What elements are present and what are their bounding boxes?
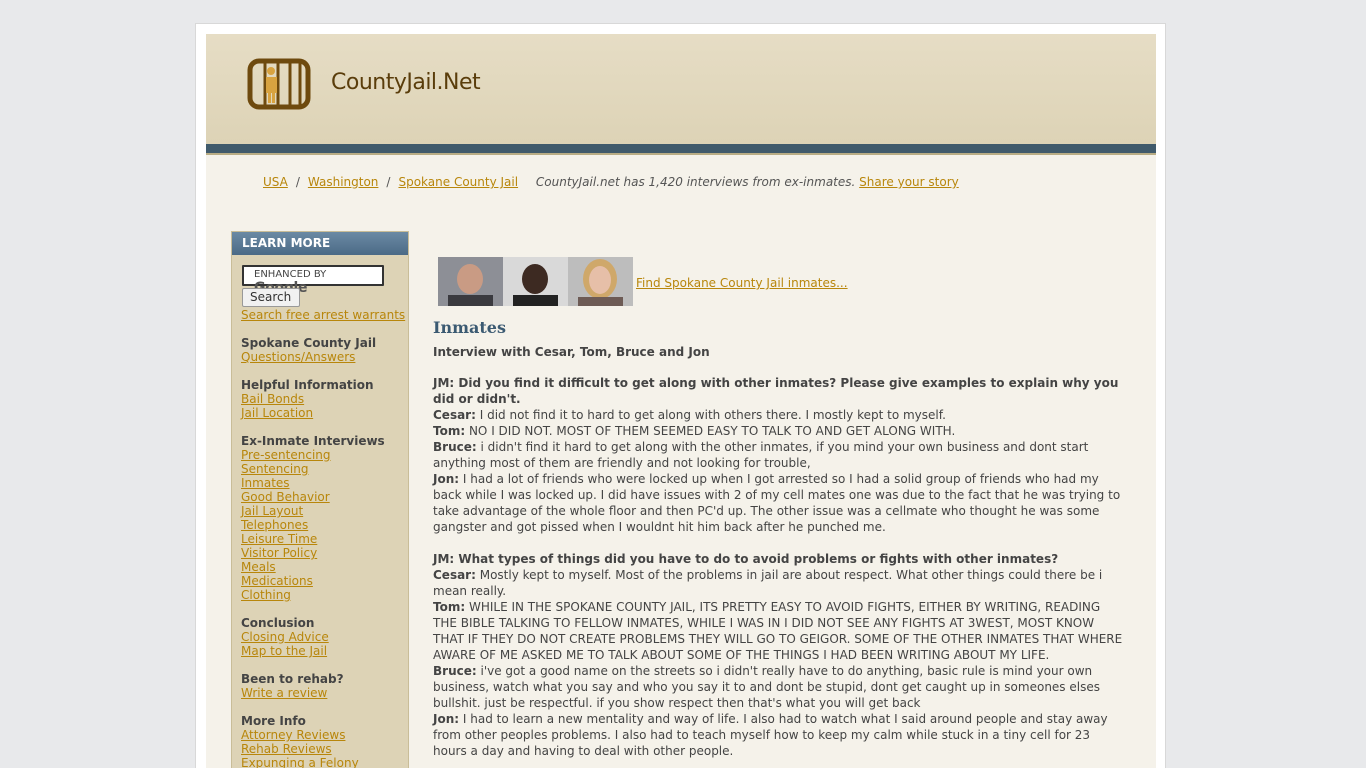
search-brand-prefix: ENHANCED BY — [254, 269, 327, 280]
site-header: CountyJail.Net — [206, 34, 1156, 144]
answer-speaker: Jon: — [433, 472, 460, 486]
sidebar-link-closing-advice[interactable]: Closing Advice — [241, 630, 405, 644]
answer-text: Mostly kept to myself. Most of the probl… — [433, 568, 1103, 598]
sidebar-group-title: Been to rehab? — [241, 672, 344, 686]
sidebar-group-title: Conclusion — [241, 616, 315, 630]
sidebar-link-inmates[interactable]: Inmates — [241, 476, 405, 490]
answer: Cesar: Mostly kept to myself. Most of th… — [433, 567, 1123, 599]
answer: Cesar: I did not find it to hard to get … — [433, 407, 1123, 423]
breadcrumb-usa[interactable]: USA — [263, 175, 288, 189]
sidebar-link-good-behavior[interactable]: Good Behavior — [241, 490, 405, 504]
sidebar: LEARN MORE ENHANCED BY Google Search Sea… — [231, 231, 409, 768]
find-inmates-link[interactable]: Find Spokane County Jail inmates... — [636, 275, 848, 291]
sidebar-group-title: Helpful Information — [241, 378, 374, 392]
answer-speaker: Bruce: — [433, 440, 477, 454]
share-your-story-link[interactable]: Share your story — [859, 175, 959, 189]
sidebar-link-map-to-jail[interactable]: Map to the Jail — [241, 644, 405, 658]
answer-speaker: Jon: — [433, 712, 460, 726]
sidebar-link-expunging-felony[interactable]: Expunging a Felony — [241, 756, 405, 768]
answer-speaker: Bruce: — [433, 664, 477, 678]
page-container: CountyJail.Net USA / Washington / Spokane Co… — [195, 23, 1166, 768]
answer-text: WHILE IN THE SPOKANE COUNTY JAIL, ITS PR… — [433, 600, 1123, 662]
answer: Bruce: i didn't find it hard to get alon… — [433, 439, 1123, 471]
sidebar-links: Search free arrest warrants Spokane Coun… — [241, 308, 405, 768]
sidebar-link-jail-location[interactable]: Jail Location — [241, 406, 405, 420]
sidebar-link-pre-sentencing[interactable]: Pre-sentencing — [241, 448, 405, 462]
main-area: USA / Washington / Spokane County Jail Count… — [206, 155, 1156, 768]
sidebar-link-questions-answers[interactable]: Questions/Answers — [241, 350, 405, 364]
sidebar-link-meals[interactable]: Meals — [241, 560, 405, 574]
jail-bars-icon[interactable] — [247, 58, 311, 110]
mugshot-image[interactable] — [503, 257, 568, 306]
answer-text: I had to learn a new mentality and way o… — [433, 712, 1108, 758]
sidebar-group-title: Ex-Inmate Interviews — [241, 434, 385, 448]
sidebar-link-jail-layout[interactable]: Jail Layout — [241, 504, 405, 518]
breadcrumb-separator: / — [386, 175, 391, 189]
answer-speaker: Tom: — [433, 424, 466, 438]
sidebar-link-rehab-reviews[interactable]: Rehab Reviews — [241, 742, 405, 756]
interview-count-note: CountyJail.net has 1,420 interviews from… — [536, 175, 959, 189]
sidebar-link-sentencing[interactable]: Sentencing — [241, 462, 405, 476]
answer-speaker: Tom: — [433, 600, 466, 614]
sidebar-link-write-review[interactable]: Write a review — [241, 686, 405, 700]
sidebar-link-visitor-policy[interactable]: Visitor Policy — [241, 546, 405, 560]
breadcrumb-washington[interactable]: Washington — [308, 175, 379, 189]
mugshot-image[interactable] — [438, 257, 503, 306]
interview-count-text: CountyJail.net has 1,420 interviews from… — [535, 175, 856, 189]
sidebar-link-telephones[interactable]: Telephones — [241, 518, 405, 532]
sidebar-link-medications[interactable]: Medications — [241, 574, 405, 588]
answer-speaker: Cesar: — [433, 408, 476, 422]
answer: Jon: I had to learn a new mentality and … — [433, 711, 1123, 759]
answer-text: NO I DID NOT. MOST OF THEM SEEMED EASY T… — [465, 424, 956, 438]
answer-text: i've got a good name on the streets so i… — [433, 664, 1100, 710]
breadcrumb-separator: / — [295, 175, 300, 189]
header-divider — [206, 144, 1156, 153]
interview-qa: JM: Did you find it difficult to get alo… — [433, 375, 1123, 768]
sidebar-link-attorney-reviews[interactable]: Attorney Reviews — [241, 728, 405, 742]
answer: Bruce: i've got a good name on the stree… — [433, 663, 1123, 711]
search-warrants-link[interactable]: Search free arrest warrants — [241, 308, 405, 322]
mugshot-image[interactable] — [568, 257, 633, 306]
qa-block: JM: Did you find it difficult to get alo… — [433, 375, 1123, 535]
answer-text: i didn't find it hard to get along with … — [433, 440, 1089, 470]
search-input[interactable]: ENHANCED BY Google — [242, 265, 384, 296]
answer-text: I had a lot of friends who were locked u… — [433, 472, 1121, 534]
answer: Tom: WHILE IN THE SPOKANE COUNTY JAIL, I… — [433, 599, 1123, 663]
sidebar-group-title: Spokane County Jail — [241, 336, 377, 350]
page-title: Inmates — [433, 318, 506, 337]
sidebar-group-title: More Info — [241, 714, 306, 728]
question: JM: What types of things did you have to… — [433, 552, 1059, 566]
inmate-mugshots[interactable] — [438, 257, 634, 306]
answer-speaker: Cesar: — [433, 568, 476, 582]
sidebar-heading: LEARN MORE — [232, 232, 408, 255]
question: JM: Did you find it difficult to get alo… — [433, 376, 1119, 406]
search-button[interactable]: Search — [242, 288, 300, 307]
qa-block: JM: What types of things did you have to… — [433, 551, 1123, 759]
answer: Tom: NO I DID NOT. MOST OF THEM SEEMED E… — [433, 423, 1123, 439]
interview-subtitle: Interview with Cesar, Tom, Bruce and Jon — [433, 345, 710, 359]
breadcrumb: USA / Washington / Spokane County Jail Count… — [263, 175, 959, 189]
sidebar-link-clothing[interactable]: Clothing — [241, 588, 405, 602]
site-name[interactable]: CountyJail.Net — [331, 70, 481, 95]
sidebar-link-leisure-time[interactable]: Leisure Time — [241, 532, 405, 546]
sidebar-link-bail-bonds[interactable]: Bail Bonds — [241, 392, 405, 406]
breadcrumb-spokane-county-jail[interactable]: Spokane County Jail — [398, 175, 518, 189]
answer: Jon: I had a lot of friends who were loc… — [433, 471, 1123, 535]
answer-text: I did not find it to hard to get along w… — [475, 408, 946, 422]
